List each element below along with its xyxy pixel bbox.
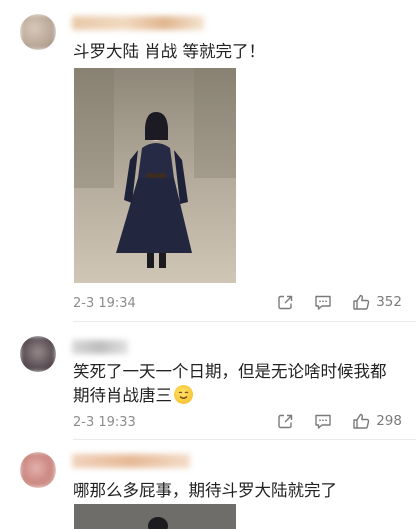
photo-figure — [74, 504, 236, 529]
comment-button[interactable] — [314, 413, 332, 430]
share-icon — [278, 414, 293, 428]
share-button[interactable] — [277, 413, 294, 430]
smiling-emoji-icon — [174, 385, 193, 404]
username-redacted[interactable] — [72, 454, 190, 468]
username-redacted[interactable] — [72, 340, 128, 354]
like-button[interactable]: 352 — [352, 293, 402, 311]
comment-text: 笑死了一天一个日期，但是无论啥时候我都期待肖战唐三 — [73, 360, 400, 408]
comment-icon — [315, 295, 331, 310]
comment-button[interactable] — [314, 294, 332, 311]
comment-icon — [315, 414, 331, 429]
username-redacted[interactable] — [72, 16, 204, 30]
comment-text-body: 笑死了一天一个日期，但是无论啥时候我都期待肖战唐三 — [73, 362, 387, 405]
comment-text: 哪那么多屁事，期待斗罗大陆就完了 — [73, 481, 337, 500]
avatar[interactable] — [20, 336, 56, 372]
share-button[interactable] — [277, 294, 294, 311]
thumbs-up-icon — [353, 294, 370, 310]
photo-figure — [74, 68, 236, 283]
comment-actions: 298 — [257, 412, 402, 430]
comment-item: 笑死了一天一个日期，但是无论啥时候我都期待肖战唐三 2-3 19:33 298 — [0, 322, 416, 440]
avatar[interactable] — [20, 14, 56, 50]
comment-item: 哪那么多屁事，期待斗罗大陆就完了 — [0, 440, 416, 529]
comment-text: 斗罗大陆 肖战 等就完了！ — [73, 42, 265, 61]
comment-actions: 352 — [257, 293, 402, 311]
like-count: 352 — [376, 294, 402, 310]
like-button[interactable]: 298 — [352, 412, 402, 430]
avatar[interactable] — [20, 452, 56, 488]
like-count: 298 — [376, 413, 402, 429]
comment-item: 斗罗大陆 肖战 等就完了！ 2-3 19:34 352 — [0, 0, 416, 322]
comment-image[interactable] — [74, 504, 236, 529]
comment-timestamp: 2-3 19:34 — [73, 296, 136, 311]
comment-timestamp: 2-3 19:33 — [73, 415, 136, 430]
comment-image[interactable] — [74, 68, 236, 283]
share-icon — [278, 295, 293, 309]
thumbs-up-icon — [353, 413, 370, 429]
